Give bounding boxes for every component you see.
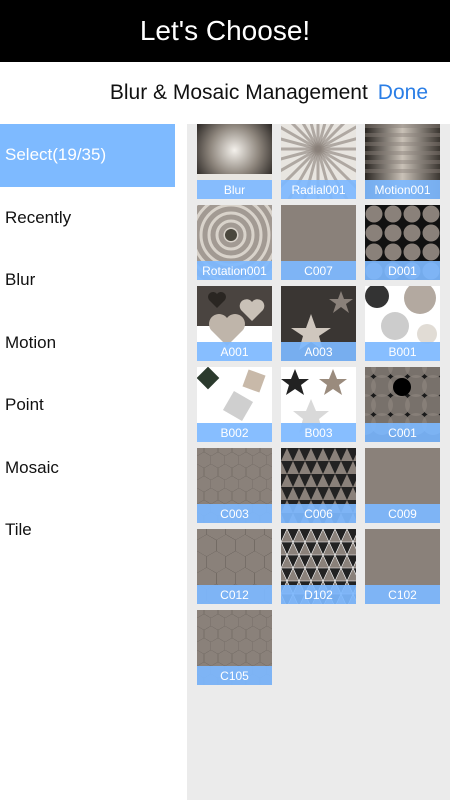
effect-tile-a001[interactable]: A001 (197, 286, 272, 361)
effect-tile-rotation001[interactable]: Rotation001 (197, 205, 272, 280)
effect-tile-label: B001 (365, 342, 440, 361)
effect-tile-label: A003 (281, 342, 356, 361)
effect-tile-label: C012 (197, 585, 272, 604)
app-title-bar: Let's Choose! (0, 0, 450, 62)
effect-tile-label: D001 (365, 261, 440, 280)
sidebar-item-motion[interactable]: Motion (0, 312, 187, 375)
effect-tile-c001[interactable]: C001 (365, 367, 440, 442)
page-title: Blur & Mosaic Management (109, 81, 368, 104)
effect-tile-d001[interactable]: D001 (365, 205, 440, 280)
effect-tile-label: Rotation001 (197, 261, 272, 280)
effect-tile-c009[interactable]: C009 (365, 448, 440, 523)
effect-tile-a003[interactable]: A003 (281, 286, 356, 361)
effect-tile-c012[interactable]: C012 (197, 529, 272, 604)
sidebar-item-select[interactable]: Select(19/35) (0, 124, 175, 187)
effect-tile-label: D102 (281, 585, 356, 604)
sidebar-item-recently[interactable]: Recently (0, 187, 187, 250)
sidebar-item-label: Select(19/35) (5, 145, 107, 165)
sidebar-item-label: Mosaic (5, 457, 59, 477)
effect-tile-label: B003 (281, 423, 356, 442)
sidebar-item-mosaic[interactable]: Mosaic (0, 437, 187, 500)
effect-tile-label: Radial001 (281, 180, 356, 199)
app-title: Let's Choose! (139, 15, 311, 46)
effect-tile-label: Motion001 (365, 180, 440, 199)
effect-tile-d102[interactable]: D102 (281, 529, 356, 604)
sidebar-item-label: Point (5, 395, 44, 415)
effect-tile-label: Blur (197, 180, 272, 199)
effect-tile-b002[interactable]: B002 (197, 367, 272, 442)
effect-tile-label: C009 (365, 504, 440, 523)
effect-tile-label: B002 (197, 423, 272, 442)
effect-tile-blur[interactable]: Blur (197, 124, 272, 199)
effect-tile-label: C105 (197, 666, 272, 685)
effect-tile-label: A001 (197, 342, 272, 361)
sidebar-item-blur[interactable]: Blur (0, 249, 187, 312)
effect-tile-label: C001 (365, 423, 440, 442)
effect-tile-b001[interactable]: B001 (365, 286, 440, 361)
effect-tile-label: C003 (197, 504, 272, 523)
effect-tile-c105[interactable]: C105 (197, 610, 272, 685)
sidebar-item-label: Blur (5, 270, 36, 290)
done-button[interactable]: Done (378, 81, 428, 105)
effect-tile-c003[interactable]: C003 (197, 448, 272, 523)
effect-tile-b003[interactable]: B003 (281, 367, 356, 442)
effect-tile-label: C006 (281, 504, 356, 523)
effect-tile-radial001[interactable]: Radial001 (281, 124, 356, 199)
category-sidebar: Select(19/35) Recently Blur Motion Point… (0, 124, 187, 800)
effect-tile-motion001[interactable]: Motion001 (365, 124, 440, 199)
effect-tile-label: C007 (281, 261, 356, 280)
sidebar-item-label: Motion (5, 332, 57, 352)
effect-tile-c006[interactable]: C006 (281, 448, 356, 523)
sidebar-item-label: Recently (5, 207, 72, 227)
management-header: Blur & Mosaic Management Done (0, 62, 450, 124)
sidebar-item-label: Tile (5, 520, 32, 540)
sidebar-item-tile[interactable]: Tile (0, 499, 187, 562)
sidebar-item-point[interactable]: Point (0, 374, 187, 437)
effect-tile-label: C102 (365, 585, 440, 604)
effect-tile-c007[interactable]: C007 (281, 205, 356, 280)
effect-grid: Blur Radial001 Motion001 Rotation001 C007 D00… (187, 124, 450, 800)
effect-tile-c102[interactable]: C102 (365, 529, 440, 604)
